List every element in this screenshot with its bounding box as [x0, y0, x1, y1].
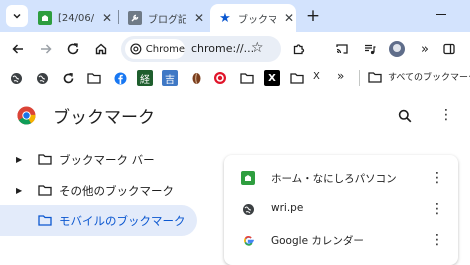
arrow-right-icon — [41, 44, 52, 54]
url-text: chrome://... — [191, 42, 255, 55]
bookmark-row[interactable]: ホーム・なにしろパソコン ⋮ — [224, 163, 458, 194]
close-icon[interactable]: ✕ — [192, 11, 206, 25]
address-bar[interactable]: Chrome chrome://... ☆ — [121, 36, 281, 62]
all-bookmarks-button[interactable]: すべてのブックマーク — [368, 70, 470, 83]
row-more-icon[interactable]: ⋮ — [430, 233, 444, 247]
green-site-icon — [38, 11, 52, 25]
home-button[interactable] — [92, 40, 110, 58]
row-more-icon[interactable]: ⋮ — [430, 171, 444, 185]
tab-title: ブログ記事 — [148, 14, 186, 26]
chrome-logo-icon — [17, 106, 36, 125]
wrench-icon — [128, 11, 142, 25]
folder-icon — [38, 154, 52, 165]
tab-2[interactable]: ブログ記事 ✕ — [124, 4, 206, 32]
side-panel-icon — [443, 43, 455, 55]
nikkei-glyph: 経 — [140, 74, 150, 86]
cast-icon — [336, 44, 348, 54]
green-site-icon — [241, 171, 255, 185]
expand-arrow-icon[interactable]: ▶ — [16, 186, 22, 195]
plus-icon: + — [305, 6, 321, 26]
tree-item-other-bookmarks[interactable]: ▶ その他のブックマーク — [0, 175, 197, 206]
tab-divider — [118, 10, 119, 24]
bookmark-manager: ブックマーク ⋮ ▶ ブックマーク バー ▶ その他のブックマーク モバイルのブ… — [0, 90, 470, 265]
puzzle-icon — [293, 44, 305, 55]
bookmark-x-label[interactable]: X — [313, 71, 320, 82]
bookmarks-overflow-button[interactable]: » — [337, 69, 344, 83]
bookmark-star-icon[interactable]: ☆ — [251, 40, 264, 56]
globe-icon — [241, 202, 255, 216]
tree-item-label: その他のブックマーク — [59, 183, 174, 198]
nikkei-icon[interactable]: 経 — [137, 70, 153, 86]
tab-title: ブックマー — [238, 14, 276, 26]
bookmark-row[interactable]: Google カレンダー ⋮ — [224, 225, 458, 256]
folder-icon[interactable] — [86, 70, 102, 86]
x-icon[interactable]: X — [264, 70, 280, 86]
bookmark-list: ホーム・なにしろパソコン ⋮ wri.pe ⋮ Google カレンダー ⋮ — [224, 155, 458, 265]
tab-search-button[interactable] — [6, 5, 28, 27]
tab-3-active[interactable]: ★ ブックマー ✕ — [210, 4, 296, 32]
coffee-icon[interactable] — [188, 70, 204, 86]
chevron-down-icon — [13, 13, 21, 19]
back-button[interactable] — [9, 40, 27, 58]
arrow-left-icon — [12, 44, 23, 54]
folder-icon — [38, 215, 52, 226]
minimize-icon[interactable] — [436, 14, 446, 15]
toolbar: Chrome chrome://... ☆ » — [0, 32, 470, 66]
tree-item-bookmarks-bar[interactable]: ▶ ブックマーク バー — [0, 144, 197, 175]
folder-icon[interactable] — [289, 70, 305, 86]
folder-icon[interactable] — [239, 70, 255, 86]
tab-strip: [24/06/0 ✕ ブログ記事 ✕ ★ ブックマー ✕ + — [0, 0, 470, 32]
bookmark-title: wri.pe — [271, 202, 304, 214]
home-icon — [95, 43, 107, 55]
profile-avatar-icon[interactable] — [389, 41, 405, 57]
expand-arrow-icon[interactable]: ▶ — [16, 155, 22, 164]
side-panel-button[interactable] — [440, 40, 458, 58]
bookmark-title: Google カレンダー — [271, 235, 364, 247]
x-glyph: X — [268, 72, 276, 84]
search-icon — [398, 109, 412, 123]
google-icon — [241, 233, 255, 247]
globe-icon[interactable] — [34, 70, 50, 86]
tree-item-label: モバイルのブックマーク — [59, 213, 186, 228]
chip-label: Chrome — [145, 43, 185, 55]
reload-button[interactable] — [64, 40, 82, 58]
bookmark-title: ホーム・なにしろパソコン — [271, 173, 397, 185]
media-controls-button[interactable] — [361, 40, 379, 58]
cast-button[interactable] — [333, 40, 351, 58]
star-icon: ★ — [219, 10, 231, 26]
close-icon[interactable]: ✕ — [282, 11, 296, 25]
close-icon[interactable]: ✕ — [100, 11, 114, 25]
facebook-icon[interactable] — [112, 70, 128, 86]
folder-icon — [38, 185, 52, 196]
page-title: ブックマーク — [53, 108, 155, 128]
all-bookmarks-label: すべてのブックマーク — [388, 73, 470, 83]
bookmarks-bar-divider — [359, 70, 360, 86]
more-options-icon[interactable]: ⋮ — [439, 108, 453, 122]
search-button[interactable] — [396, 107, 414, 125]
new-tab-button[interactable]: + — [303, 6, 323, 26]
tab-1[interactable]: [24/06/0 ✕ — [34, 4, 114, 32]
bookmarks-bar: 経 吉 X X » すべてのブックマーク — [0, 66, 470, 90]
tree-item-label: ブックマーク バー — [59, 152, 155, 167]
chrome-icon — [130, 43, 142, 55]
refresh-icon[interactable] — [60, 70, 76, 86]
globe-icon[interactable] — [8, 70, 24, 86]
kichi-glyph: 吉 — [165, 74, 175, 86]
reload-icon — [67, 43, 79, 55]
folder-icon — [368, 71, 382, 83]
forward-button[interactable] — [37, 40, 55, 58]
row-more-icon[interactable]: ⋮ — [430, 202, 444, 216]
extensions-button[interactable] — [290, 40, 308, 58]
site-info-chip[interactable]: Chrome — [125, 39, 185, 59]
bookmark-row[interactable]: wri.pe ⋮ — [224, 194, 458, 225]
target-icon[interactable] — [212, 70, 228, 86]
tab-title: [24/06/0 — [58, 12, 94, 24]
playlist-music-icon — [365, 44, 376, 55]
tree-item-mobile-bookmarks[interactable]: モバイルのブックマーク — [0, 205, 197, 236]
kichi-icon[interactable]: 吉 — [162, 70, 178, 86]
more-extensions-icon[interactable]: » — [416, 40, 434, 58]
